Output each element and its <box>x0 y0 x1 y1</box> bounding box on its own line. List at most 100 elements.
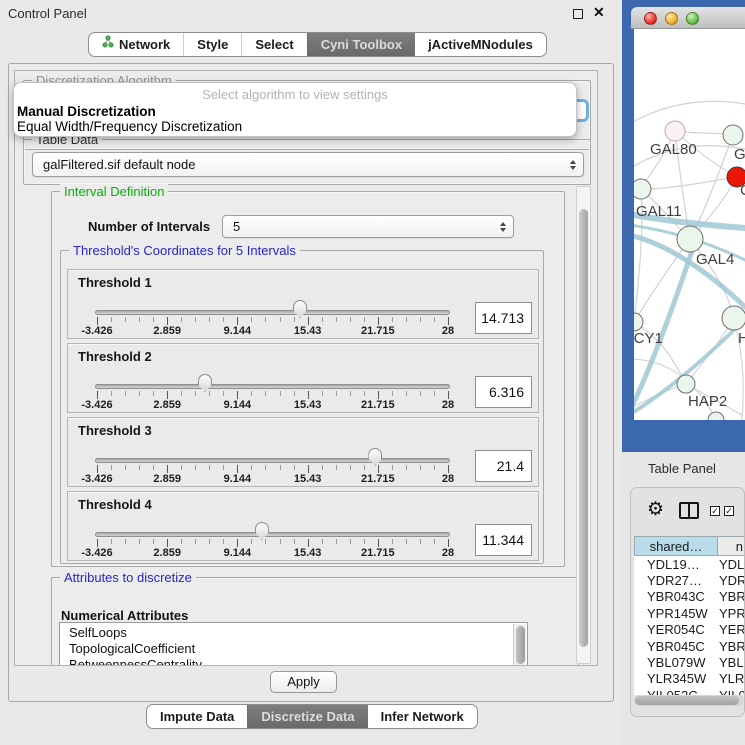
slider-tick <box>448 317 449 325</box>
slider-tick <box>420 317 421 322</box>
slider-tick <box>139 539 140 544</box>
network-window-titlebar[interactable] <box>631 7 745 29</box>
control-panel-tabbar: Network Style Select Cyni Toolbox jActiv… <box>88 32 547 57</box>
zoom-traffic-light[interactable] <box>686 12 699 25</box>
threshold-value-field[interactable]: 11.344 <box>475 524 532 556</box>
gear-icon[interactable]: ⚙ <box>647 500 664 520</box>
table-body[interactable]: YDL19…YDL1YDR27…YDR2YBR043CYBR0YPR145WYP… <box>634 556 745 695</box>
slider-thumb[interactable] <box>368 448 382 466</box>
network-node-green[interactable] <box>708 412 724 420</box>
network-node-label: GAL4 <box>696 251 734 268</box>
tab-style[interactable]: Style <box>183 33 241 56</box>
slider-tick <box>195 317 196 322</box>
slider-tick-label: 2.859 <box>153 547 181 559</box>
popup-item-manual-discretization[interactable]: Manual Discretization <box>17 104 156 119</box>
table-data-value: galFiltered.sif default node <box>43 157 195 172</box>
network-edge[interactable] <box>641 177 737 189</box>
table-data-combobox[interactable]: galFiltered.sif default node <box>32 152 584 177</box>
close-icon[interactable]: ✕ <box>593 4 605 21</box>
slider-tick <box>364 465 365 470</box>
threshold-value-field[interactable]: 21.4 <box>475 450 532 482</box>
float-window-icon[interactable] <box>573 9 583 19</box>
table-panel-title: Table Panel <box>648 461 716 476</box>
apply-button[interactable]: Apply <box>270 671 337 693</box>
network-node-green[interactable] <box>634 179 651 199</box>
table-row[interactable]: YIL052CYIL0 <box>634 687 745 695</box>
attribute-list-item[interactable]: SelfLoops <box>60 625 527 641</box>
cell-shared-name: YBL079W <box>634 655 719 670</box>
slider-tick <box>322 317 323 322</box>
discretize-content-panel: Discretization Algorithm Table Data galF… <box>14 70 598 666</box>
content-scrollbar[interactable] <box>576 186 591 664</box>
table-row[interactable]: YBL079WYBL0 <box>634 654 745 670</box>
column-header-name[interactable]: n <box>718 536 745 556</box>
network-node-pink[interactable] <box>665 121 685 141</box>
attribute-list-item[interactable]: TopologicalCoefficient <box>60 641 527 657</box>
tab-network[interactable]: Network <box>89 33 183 56</box>
slider-tick <box>97 391 98 399</box>
table-row[interactable]: YBR043CYBR0 <box>634 589 745 605</box>
table-row[interactable]: YPR145WYPR1 <box>634 605 745 621</box>
table-row[interactable]: YLR345WYLR3 <box>634 671 745 687</box>
slider-tick <box>111 539 112 544</box>
slider-track[interactable] <box>95 458 450 463</box>
close-traffic-light[interactable] <box>644 12 657 25</box>
numerical-attributes-list[interactable]: SelfLoopsTopologicalCoefficientBetweenne… <box>59 622 528 666</box>
tab-cyni-toolbox[interactable]: Cyni Toolbox <box>307 33 415 56</box>
tab-jactivemnodules[interactable]: jActiveMNodules <box>415 33 546 56</box>
threshold-value-field[interactable]: 14.713 <box>475 302 532 334</box>
attribute-list-item[interactable]: BetweennessCentrality <box>60 657 527 666</box>
checkbox-icon[interactable]: ✓ <box>710 506 720 516</box>
interval-definition-title: Interval Definition <box>60 184 168 199</box>
tab-select[interactable]: Select <box>241 33 306 56</box>
slider-tick <box>434 391 435 396</box>
split-view-icon[interactable] <box>679 502 699 519</box>
slider-tick <box>336 391 337 396</box>
network-node-green[interactable] <box>722 306 745 330</box>
slider-tick <box>308 465 309 473</box>
slider-tick <box>237 465 238 473</box>
bottom-tabbar: Impute Data Discretize Data Infer Networ… <box>146 704 478 729</box>
slider-tick <box>434 539 435 544</box>
network-node-green[interactable] <box>723 125 743 145</box>
slider-tick <box>209 391 210 396</box>
table-hscrollbar[interactable] <box>634 695 744 706</box>
slider-tick <box>139 317 140 322</box>
cell-shared-name: YBR043C <box>634 589 719 604</box>
slider-tick <box>294 539 295 544</box>
network-edge[interactable] <box>634 101 745 124</box>
tab-discretize-data[interactable]: Discretize Data <box>247 705 367 728</box>
slider-tick <box>392 465 393 470</box>
cell-name: YBR0 <box>719 639 745 654</box>
network-node-green[interactable] <box>677 226 703 252</box>
table-row[interactable]: YER054CYER0 <box>634 622 745 638</box>
attributes-scrollbar[interactable] <box>513 624 526 666</box>
threshold-value-field[interactable]: 6.316 <box>475 376 532 408</box>
column-header-shared[interactable]: shared… <box>634 536 718 556</box>
slider-thumb[interactable] <box>293 300 307 318</box>
content-scrollbar-thumb[interactable] <box>579 209 588 647</box>
network-node-green[interactable] <box>634 313 643 331</box>
slider-track[interactable] <box>95 532 450 537</box>
table-row[interactable]: YBR045CYBR0 <box>634 638 745 654</box>
slider-track[interactable] <box>95 310 450 315</box>
tab-infer-network[interactable]: Infer Network <box>368 705 477 728</box>
table-row[interactable]: YDR27…YDR2 <box>634 572 745 588</box>
number-of-intervals-combobox[interactable]: 5 <box>222 215 514 238</box>
network-node-green[interactable] <box>677 375 695 393</box>
slider-tick-label: 28 <box>442 325 454 337</box>
slider-thumb[interactable] <box>255 522 269 540</box>
tab-impute-data[interactable]: Impute Data <box>147 705 247 728</box>
slider-tick <box>308 391 309 399</box>
network-canvas[interactable]: GAL80GACGAL11GAL4GCY1HHAP2 <box>634 29 745 420</box>
minimize-traffic-light[interactable] <box>665 12 678 25</box>
checkbox-icon[interactable]: ✓ <box>724 506 734 516</box>
slider-tick <box>139 391 140 396</box>
table-row[interactable]: YDL19…YDL1 <box>634 556 745 572</box>
slider-track[interactable] <box>95 384 450 389</box>
slider-thumb[interactable] <box>198 374 212 392</box>
table-hscrollbar-thumb[interactable] <box>635 696 739 705</box>
slider-tick-label: -3.426 <box>81 547 112 559</box>
slider-tick-label: 28 <box>442 547 454 559</box>
popup-item-equal-width[interactable]: Equal Width/Frequency Discretization <box>17 119 242 134</box>
